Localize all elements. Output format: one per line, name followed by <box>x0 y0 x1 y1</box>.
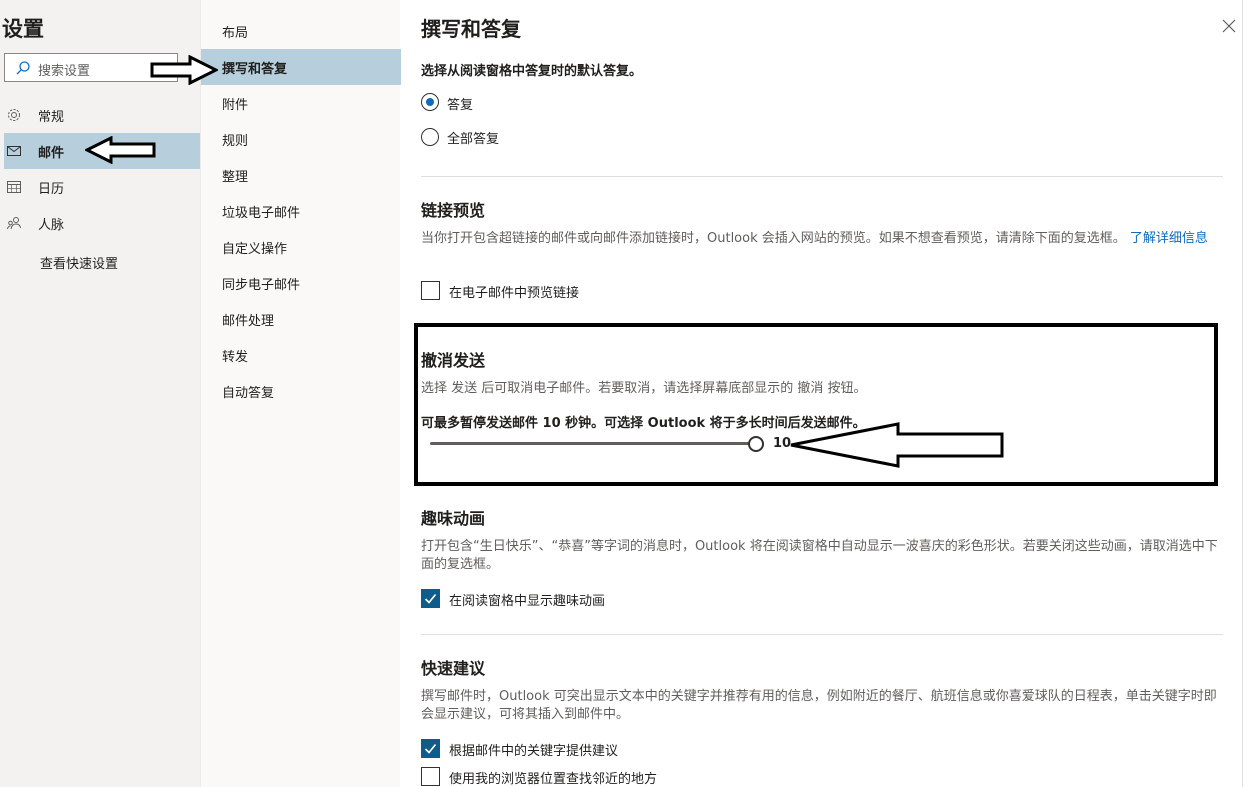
link-preview-heading: 链接预览 <box>421 201 486 220</box>
browser-location-checkbox[interactable] <box>421 767 440 786</box>
subnav-message-handling[interactable]: 邮件处理 <box>201 301 401 337</box>
link-preview-description: 当你打开包含超链接的邮件或向邮件添加链接时，Outlook 会插入网站的预览。如… <box>421 230 1221 248</box>
subnav-label: 转发 <box>222 350 249 365</box>
page-title: 撰写和答复 <box>421 17 521 41</box>
people-icon <box>7 217 21 230</box>
reply-all-radio-label: 全部答复 <box>447 132 500 147</box>
suggestions-checkbox-label: 根据邮件中的关键字提供建议 <box>449 744 619 759</box>
subnav-label: 自定义操作 <box>222 242 288 257</box>
arrow-left-icon <box>790 422 1004 468</box>
arrow-right-icon <box>150 55 218 85</box>
subnav-label: 邮件处理 <box>222 314 275 329</box>
subnav-automatic-replies[interactable]: 自动答复 <box>201 373 401 409</box>
reply-default-intro: 选择从阅读窗格中答复时的默认答复。 <box>421 64 643 79</box>
divider <box>421 634 1223 635</box>
category-label: 邮件 <box>38 146 65 161</box>
category-label: 日历 <box>38 182 65 197</box>
browser-location-checkbox-label: 使用我的浏览器位置查找邻近的地方 <box>449 772 658 787</box>
category-calendar[interactable]: 日历 <box>4 169 200 205</box>
settings-nav-pane: 设置 搜索设置 常规 邮件 日历 人脉 查看快速设置 <box>0 0 200 787</box>
suggestions-checkbox[interactable] <box>421 739 440 758</box>
search-placeholder: 搜索设置 <box>38 64 91 79</box>
reply-all-radio[interactable] <box>421 128 439 146</box>
arrow-left-icon <box>85 136 156 164</box>
suggestions-heading: 快速建议 <box>421 659 486 678</box>
fun-animations-checkbox-label: 在阅读窗格中显示趣味动画 <box>449 594 606 609</box>
subnav-rules[interactable]: 规则 <box>201 121 401 157</box>
settings-title: 设置 <box>2 17 44 41</box>
divider <box>421 176 1223 177</box>
category-general[interactable]: 常规 <box>4 97 200 133</box>
link-preview-desc-text: 当你打开包含超链接的邮件或向邮件添加链接时，Outlook 会插入网站的预览。如… <box>421 231 1126 246</box>
subnav-attachments[interactable]: 附件 <box>201 85 401 121</box>
subnav-layout[interactable]: 布局 <box>201 13 401 49</box>
scrollbar[interactable] <box>1242 0 1252 787</box>
fun-animations-checkbox[interactable] <box>421 589 440 608</box>
category-label: 人脉 <box>38 218 65 233</box>
subnav-sweep[interactable]: 整理 <box>201 157 401 193</box>
category-people[interactable]: 人脉 <box>4 205 200 241</box>
reply-radio[interactable] <box>421 93 439 111</box>
subnav-compose-reply[interactable]: 撰写和答复 <box>201 49 401 85</box>
suggestions-description: 撰写邮件时，Outlook 可突出显示文本中的关键字并推荐有用的信息，例如附近的… <box>421 689 1217 722</box>
subnav-forwarding[interactable]: 转发 <box>201 337 401 373</box>
subnav-label: 附件 <box>222 98 249 113</box>
close-icon[interactable] <box>1220 17 1238 35</box>
reply-radio-label: 答复 <box>447 98 474 113</box>
subnav-sync-email[interactable]: 同步电子邮件 <box>201 265 401 301</box>
subnav-label: 同步电子邮件 <box>222 278 301 293</box>
calendar-icon <box>7 181 21 193</box>
fun-animations-description: 打开包含“生日快乐”、“恭喜”等字词的消息时，Outlook 将在阅读窗格中自动… <box>421 539 1218 572</box>
view-quick-settings-link[interactable]: 查看快速设置 <box>40 253 118 272</box>
learn-more-link[interactable]: 了解详细信息 <box>1130 231 1208 246</box>
search-icon <box>16 61 30 75</box>
subnav-label: 撰写和答复 <box>222 62 288 77</box>
subnav-customize-actions[interactable]: 自定义操作 <box>201 229 401 265</box>
subnav-junk-email[interactable]: 垃圾电子邮件 <box>201 193 401 229</box>
subnav-label: 自动答复 <box>222 386 275 401</box>
mail-subnav-pane: 布局 撰写和答复 附件 规则 整理 垃圾电子邮件 自定义操作 同步电子邮件 邮件… <box>200 0 401 787</box>
subnav-label: 规则 <box>222 134 249 149</box>
mail-icon <box>7 146 21 156</box>
gear-icon <box>8 109 20 121</box>
subnav-label: 垃圾电子邮件 <box>222 206 301 221</box>
checkmark-icon <box>424 593 437 604</box>
subnav-label: 整理 <box>222 170 249 185</box>
subnav-label: 布局 <box>222 26 249 41</box>
category-label: 常规 <box>38 110 65 125</box>
fun-animations-heading: 趣味动画 <box>421 509 486 528</box>
checkmark-icon <box>424 743 437 754</box>
link-preview-checkbox-label: 在电子邮件中预览链接 <box>449 286 580 301</box>
link-preview-checkbox[interactable] <box>421 281 440 300</box>
